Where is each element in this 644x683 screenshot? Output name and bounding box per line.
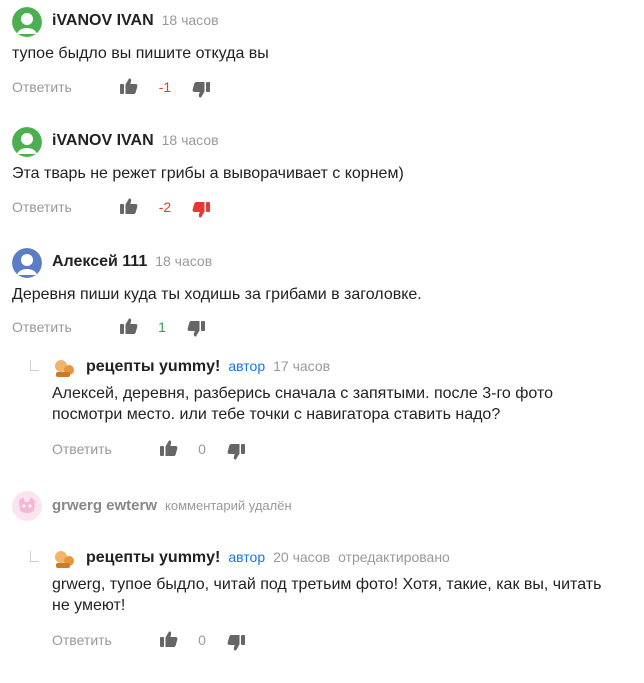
- reply-button[interactable]: Ответить: [52, 439, 112, 459]
- comment-time: 18 часов: [161, 12, 219, 28]
- reply-comment: рецепты yummy! автор 20 часов отредактир…: [0, 543, 644, 661]
- reply-button[interactable]: Ответить: [12, 197, 72, 217]
- avatar[interactable]: [52, 356, 76, 380]
- avatar[interactable]: [12, 248, 42, 278]
- comment: iVANOV IVAN 18 часов Эта тварь не режет …: [0, 120, 644, 230]
- comment-author[interactable]: Алексей 111: [52, 253, 147, 271]
- comment-author[interactable]: grwerg ewterw: [52, 497, 157, 514]
- comment-score: 0: [198, 632, 206, 648]
- avatar[interactable]: [12, 7, 42, 37]
- edited-label: отредактировано: [338, 549, 450, 565]
- author-badge: автор: [228, 358, 266, 374]
- thumbs-up-icon[interactable]: [119, 196, 139, 216]
- comment-text: Деревня пиши куда ты ходишь за грибами в…: [12, 286, 422, 303]
- comment-time: 18 часов: [155, 253, 213, 269]
- comment-time: 20 часов: [273, 549, 331, 565]
- thumbs-down-icon[interactable]: [186, 319, 206, 339]
- comment-text-line: grwerg, тупое быдло, читай под третьим ф…: [52, 576, 602, 593]
- thumbs-up-icon[interactable]: [119, 316, 139, 336]
- comment-author[interactable]: iVANOV IVAN: [52, 132, 154, 150]
- thumbs-up-icon[interactable]: [119, 76, 139, 96]
- comment-score: 0: [198, 441, 206, 457]
- avatar[interactable]: [52, 547, 76, 571]
- comment-score: -1: [158, 79, 172, 95]
- reply-button[interactable]: Ответить: [12, 317, 72, 337]
- reply-comment: рецепты yummy! автор 17 часов Алексей, д…: [0, 352, 644, 470]
- comment-text-line: Алексей, деревня, разберись сначала с за…: [52, 385, 554, 402]
- thumbs-up-icon[interactable]: [159, 629, 179, 649]
- thumbs-down-icon[interactable]: [191, 80, 211, 100]
- avatar[interactable]: [12, 127, 42, 157]
- comment: Алексей 111 18 часов Деревня пиши куда т…: [0, 241, 644, 351]
- deleted-comment: grwerg ewterw комментарий удалён: [0, 488, 644, 528]
- deleted-note: комментарий удалён: [165, 498, 292, 513]
- comment-text: тупое быдло вы пишите откуда вы: [12, 45, 269, 62]
- avatar[interactable]: [12, 491, 42, 521]
- comment: iVANOV IVAN 18 часов тупое быдло вы пиши…: [0, 0, 644, 110]
- comment-author[interactable]: рецепты yummy!: [86, 358, 220, 376]
- reply-button[interactable]: Ответить: [52, 630, 112, 650]
- comment-time: 18 часов: [161, 132, 219, 148]
- comment-time: 17 часов: [273, 358, 331, 374]
- comment-author[interactable]: рецепты yummy!: [86, 549, 220, 567]
- thumbs-up-icon[interactable]: [159, 438, 179, 458]
- comment-text-line: посмотри место. или тебе точки с навигат…: [52, 406, 501, 423]
- reply-button[interactable]: Ответить: [12, 77, 72, 97]
- comment-text: grwerg, тупое быдло, читай под третьим ф…: [52, 574, 601, 616]
- reply-branch-line: [30, 360, 39, 371]
- comment-text: Алексей, деревня, разберись сначала с за…: [52, 383, 553, 425]
- thumbs-down-icon[interactable]: [226, 633, 246, 653]
- reply-branch-line: [30, 551, 39, 562]
- comment-author[interactable]: iVANOV IVAN: [52, 12, 154, 30]
- comment-text-line: не умеют!: [52, 597, 126, 614]
- thumbs-down-icon[interactable]: [226, 442, 246, 462]
- comment-score: 1: [158, 319, 166, 335]
- thumbs-down-icon[interactable]: [191, 200, 211, 220]
- author-badge: автор: [228, 549, 266, 565]
- comment-score: -2: [158, 199, 172, 215]
- comment-text: Эта тварь не режет грибы а выворачивает …: [12, 165, 404, 182]
